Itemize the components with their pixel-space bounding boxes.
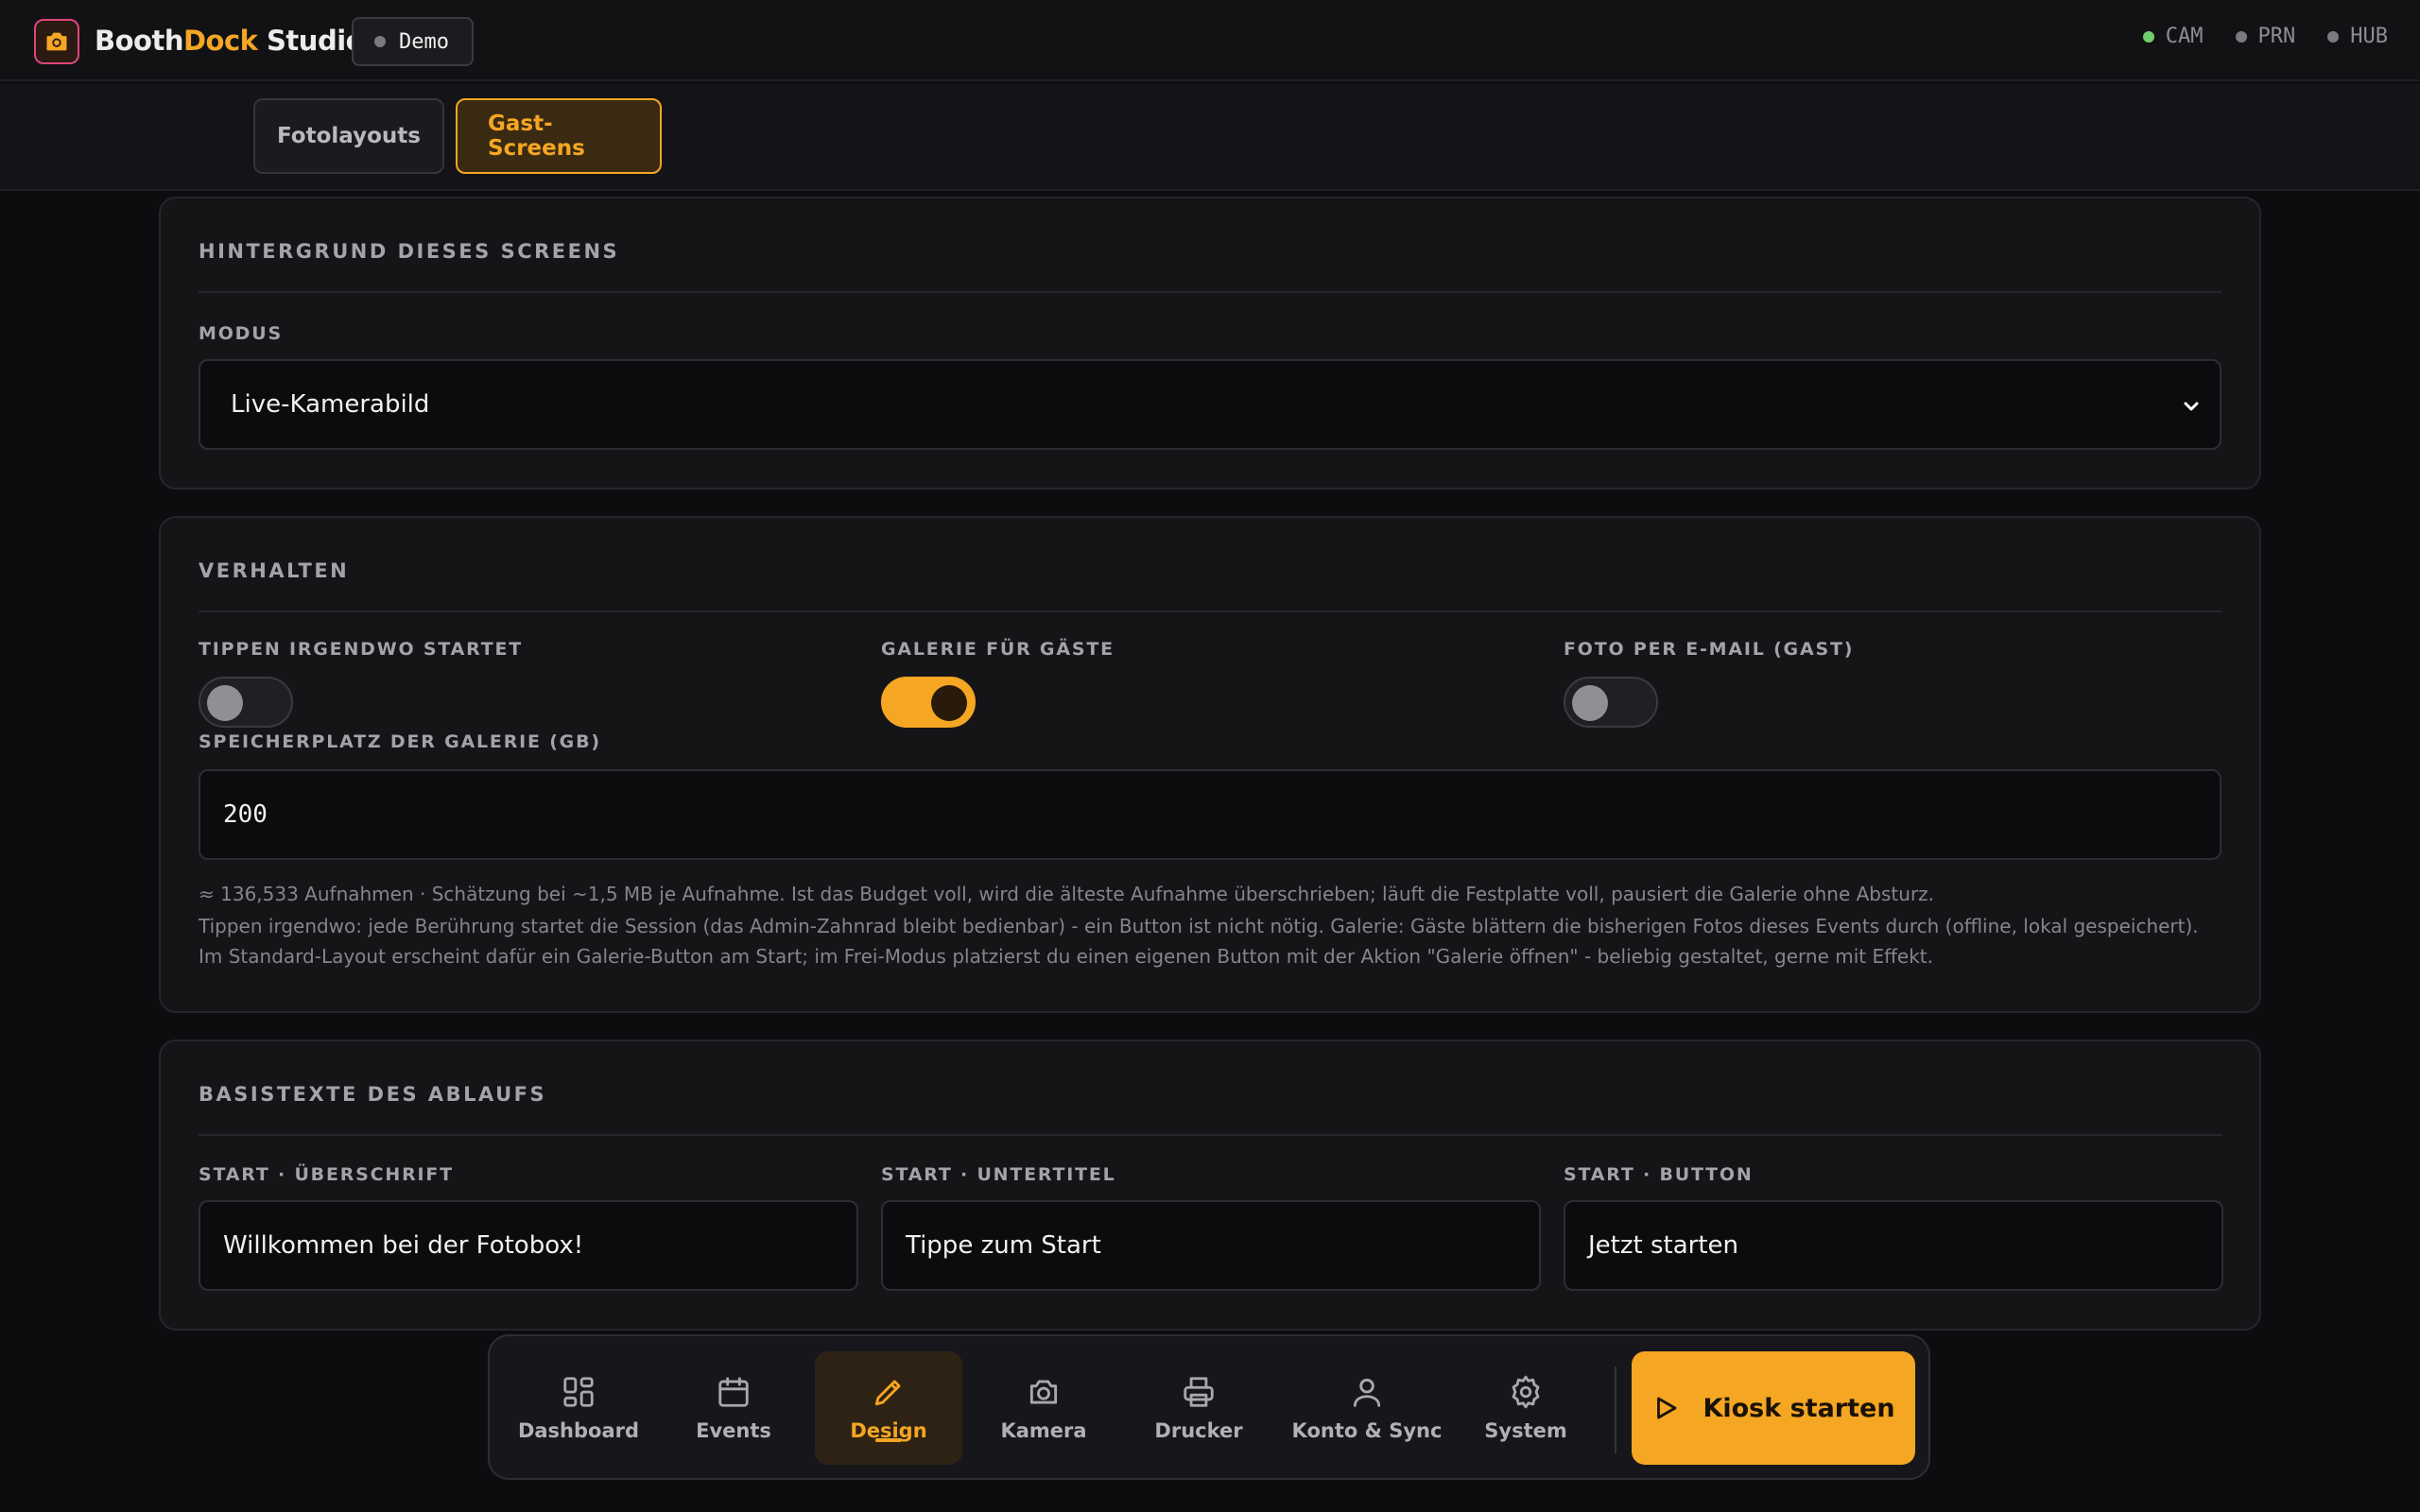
- nav-events-label: Events: [696, 1419, 771, 1442]
- nav-events[interactable]: Events: [660, 1351, 807, 1465]
- toggle-tap-anywhere-label: TIPPEN IRGENDWO STARTET: [199, 639, 523, 660]
- bottom-navigation: Dashboard Events Design Kamera Drucker K…: [488, 1334, 1930, 1480]
- demo-mode-badge[interactable]: Demo: [352, 17, 474, 66]
- nav-drucker[interactable]: Drucker: [1125, 1351, 1272, 1465]
- status-dot-icon: [2235, 30, 2247, 43]
- user-icon: [1353, 1378, 1381, 1407]
- nav-divider: [1615, 1366, 1616, 1453]
- kiosk-start-label: Kiosk starten: [1703, 1393, 1895, 1423]
- dashboard-grid-icon: [563, 1377, 594, 1407]
- calendar-icon: [718, 1377, 749, 1407]
- status-cam: CAM: [2142, 25, 2204, 48]
- start-heading-label: START · ÜBERSCHRIFT: [199, 1164, 454, 1185]
- top-header: BoothDock Studio Demo CAM PRN HUB: [0, 0, 2420, 81]
- storage-input[interactable]: 200: [199, 769, 2221, 860]
- nav-konto-sync-label: Konto & Sync: [1291, 1419, 1443, 1442]
- divider: [199, 291, 2221, 293]
- base-texts-card-title: BASISTEXTE DES ABLAUFS: [199, 1083, 547, 1106]
- storage-label: SPEICHERPLATZ DER GALERIE (GB): [199, 731, 601, 752]
- background-card: HINTERGRUND DIESES SCREENS MODUS Live-Ka…: [159, 197, 2261, 490]
- base-texts-card: BASISTEXTE DES ABLAUFS START · ÜBERSCHRI…: [159, 1040, 2261, 1331]
- status-dot-icon: [2142, 30, 2154, 43]
- toggle-email-label: FOTO PER E-MAIL (GAST): [1564, 639, 1855, 660]
- brand-part-2: Dock: [182, 25, 258, 57]
- start-subtitle-label: START · UNTERTITEL: [881, 1164, 1116, 1185]
- behavior-card: VERHALTEN TIPPEN IRGENDWO STARTET GALERI…: [159, 516, 2261, 1013]
- start-button-label: START · BUTTON: [1564, 1164, 1754, 1185]
- gear-icon: [1512, 1375, 1540, 1409]
- behavior-hint-text: Tippen irgendwo: jede Berührung startet …: [199, 915, 2199, 968]
- status-hub: HUB: [2327, 25, 2388, 48]
- printer-icon: [1184, 1377, 1214, 1407]
- status-hub-label: HUB: [2350, 25, 2388, 48]
- behavior-card-title: VERHALTEN: [199, 559, 350, 582]
- mode-select[interactable]: Live-Kamerabild: [199, 359, 2221, 450]
- tab-gast-screens[interactable]: Gast-Screens: [456, 98, 662, 174]
- chevron-down-icon: [2184, 402, 2199, 411]
- nav-kamera-label: Kamera: [1000, 1419, 1087, 1442]
- nav-kamera[interactable]: Kamera: [970, 1351, 1117, 1465]
- status-dot-icon: [374, 36, 386, 47]
- brand-part-1: Booth: [95, 25, 183, 57]
- start-heading-input[interactable]: Willkommen bei der Fotobox!: [199, 1200, 858, 1291]
- background-card-title: HINTERGRUND DIESES SCREENS: [199, 240, 620, 263]
- active-indicator: [875, 1438, 902, 1442]
- kiosk-start-button[interactable]: Kiosk starten: [1632, 1351, 1915, 1465]
- mode-select-value: Live-Kamerabild: [231, 390, 430, 419]
- nav-design[interactable]: Design: [815, 1351, 962, 1465]
- camera-icon: [1029, 1380, 1058, 1404]
- nav-konto-sync[interactable]: Konto & Sync: [1280, 1351, 1454, 1465]
- device-status-group: CAM PRN HUB: [2142, 25, 2388, 48]
- nav-dashboard-label: Dashboard: [517, 1419, 640, 1442]
- camera-logo-icon: [34, 19, 79, 64]
- toggle-email[interactable]: [1564, 677, 1658, 728]
- demo-badge-label: Demo: [399, 29, 449, 54]
- storage-hint-text: ≈ 136,533 Aufnahmen · Schätzung bei ~1,5…: [199, 883, 1935, 905]
- toggle-knob: [931, 685, 967, 721]
- status-cam-label: CAM: [2165, 25, 2204, 48]
- mode-label: MODUS: [199, 323, 283, 344]
- status-prn-label: PRN: [2257, 25, 2296, 48]
- brand-part-3: Studio: [257, 25, 365, 57]
- app-brand: BoothDock Studio: [95, 25, 365, 57]
- nav-dashboard[interactable]: Dashboard: [505, 1351, 652, 1465]
- play-icon: [1657, 1397, 1677, 1419]
- divider: [199, 1134, 2221, 1136]
- nav-drucker-label: Drucker: [1154, 1419, 1243, 1442]
- divider: [199, 610, 2221, 612]
- status-dot-icon: [2327, 30, 2340, 43]
- tab-fotolayouts[interactable]: Fotolayouts: [253, 98, 444, 174]
- pencil-icon: [874, 1380, 901, 1406]
- start-subtitle-input[interactable]: Tippe zum Start: [881, 1200, 1541, 1291]
- toggle-knob: [207, 685, 243, 721]
- toggle-knob: [1572, 685, 1608, 721]
- toggle-tap-anywhere[interactable]: [199, 677, 293, 728]
- toggle-gallery-label: GALERIE FÜR GÄSTE: [881, 639, 1115, 660]
- start-button-input[interactable]: Jetzt starten: [1564, 1200, 2223, 1291]
- nav-system-label: System: [1484, 1419, 1567, 1442]
- design-subtabs: Fotolayouts Gast-Screens: [0, 83, 2420, 191]
- status-prn: PRN: [2235, 25, 2296, 48]
- toggle-gallery[interactable]: [881, 677, 976, 728]
- nav-system[interactable]: System: [1452, 1351, 1599, 1465]
